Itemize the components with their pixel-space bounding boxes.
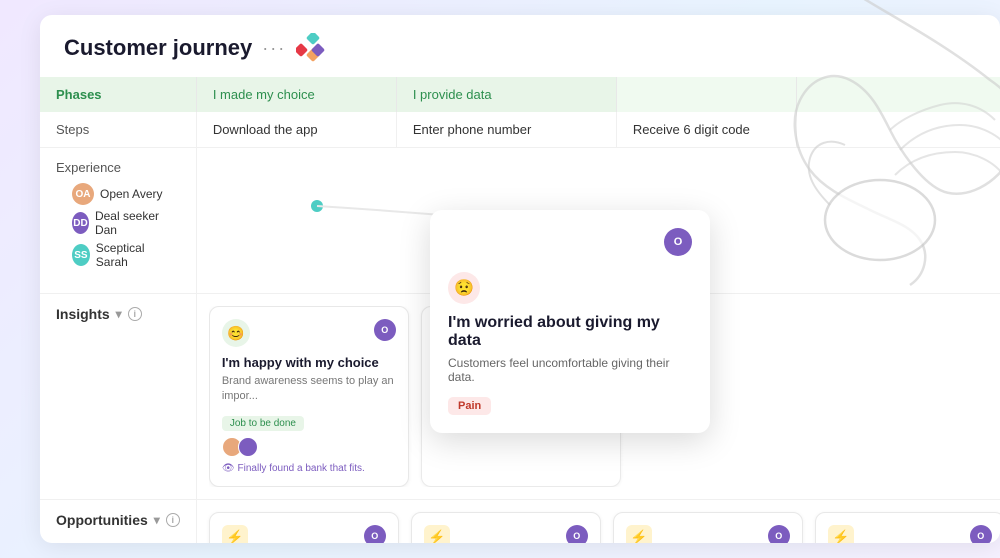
user-1-avatar: OA [72, 183, 94, 205]
step-2: Enter phone number [396, 112, 616, 148]
card-1-title: I'm happy with my choice [222, 355, 396, 370]
phase-cell-3 [616, 77, 796, 112]
card-1-user-avatar: O [374, 319, 396, 341]
user-3-avatar: SS [72, 244, 90, 266]
insights-info-icon[interactable]: i [128, 307, 142, 321]
user-2-name: Deal seeker Dan [95, 209, 164, 237]
opp-card-1[interactable]: ⚡ O Make costs more transparent Easy to … [209, 512, 399, 543]
popup-icon: 😟 [448, 272, 480, 304]
phase-cell-2[interactable]: I provide data [396, 77, 616, 112]
page-title: Customer journey [64, 35, 252, 61]
opportunities-chevron-icon[interactable]: ▾ [154, 513, 160, 527]
main-container: Customer journey ··· Phases I made my ch… [40, 15, 1000, 543]
opp-1-avatar: O [364, 525, 386, 543]
step-3: Receive 6 digit code [616, 112, 796, 148]
eye-icon: 👁 [222, 463, 235, 474]
opp-2-icon: ⚡ [424, 525, 450, 543]
opportunities-label: Opportunities [56, 512, 148, 528]
insight-card-1[interactable]: 😊 O I'm happy with my choice Brand aware… [209, 306, 409, 487]
phases-row: Phases I made my choice I provide data [40, 77, 1000, 112]
card-1-icon: 😊 [222, 319, 250, 347]
opp-4-avatar: O [970, 525, 992, 543]
popup-user-avatar: O [664, 228, 692, 256]
card-1-link[interactable]: 👁 Finally found a bank that fits. [222, 463, 396, 474]
card-1-desc: Brand awareness seems to play an impor..… [222, 374, 396, 405]
opportunities-row: Opportunities ▾ i ⚡ O Make costs m [40, 499, 1000, 543]
popup-title: I'm worried about giving my data [448, 314, 692, 350]
popup-desc: Customers feel uncomfortable giving thei… [448, 356, 692, 384]
opportunities-label-cell: Opportunities ▾ i [40, 499, 196, 543]
user-2-avatar: DD [72, 212, 89, 234]
insights-label: Insights [56, 306, 110, 322]
user-avatars: OA Open Avery DD Deal seeker Dan SS Scep… [56, 175, 180, 281]
card-1-avatars [222, 437, 396, 457]
card-1-av-2 [238, 437, 258, 457]
opp-4-icon: ⚡ [828, 525, 854, 543]
user-2-row: DD Deal seeker Dan [72, 209, 164, 237]
popup-tag: Pain [448, 397, 491, 415]
opp-1-icon: ⚡ [222, 525, 248, 543]
user-3-row: SS Sceptical Sarah [72, 241, 164, 269]
card-1-tag[interactable]: Job to be done [222, 416, 304, 431]
popup-card: O 😟 I'm worried about giving my data Cus… [430, 210, 710, 433]
opp-card-4[interactable]: ⚡ O Build trust Users feel more safe if … [815, 512, 1000, 543]
user-1-name: Open Avery [100, 187, 162, 201]
step-4 [796, 112, 1000, 148]
opp-card-3[interactable]: ⚡ O Build trust Users feel more safe if … [613, 512, 803, 543]
opp-2-avatar: O [566, 525, 588, 543]
phases-label: Phases [40, 77, 196, 112]
user-1-row: OA Open Avery [72, 183, 164, 205]
insights-chevron-icon[interactable]: ▾ [116, 307, 122, 321]
phase-cell-4 [796, 77, 1000, 112]
app-logo [296, 33, 326, 63]
opp-3-icon: ⚡ [626, 525, 652, 543]
steps-row: Steps Download the app Enter phone numbe… [40, 112, 1000, 148]
opportunities-cards-cell: ⚡ O Make costs more transparent Easy to … [196, 499, 1000, 543]
more-options-button[interactable]: ··· [262, 38, 286, 59]
user-3-name: Sceptical Sarah [96, 241, 164, 269]
opportunities-info-icon[interactable]: i [166, 513, 180, 527]
insights-label-cell: Insights ▾ i [40, 294, 196, 500]
opp-3-avatar: O [768, 525, 790, 543]
phase-cell-1[interactable]: I made my choice [196, 77, 396, 112]
opportunities-cards-container: ⚡ O Make costs more transparent Easy to … [209, 512, 1000, 543]
header: Customer journey ··· [40, 15, 1000, 77]
opp-card-2[interactable]: ⚡ O Allow other registering options User… [411, 512, 601, 543]
step-1: Download the app [196, 112, 396, 148]
steps-label: Steps [40, 112, 196, 148]
experience-label: Experience OA Open Avery DD Deal seeker … [40, 148, 196, 294]
